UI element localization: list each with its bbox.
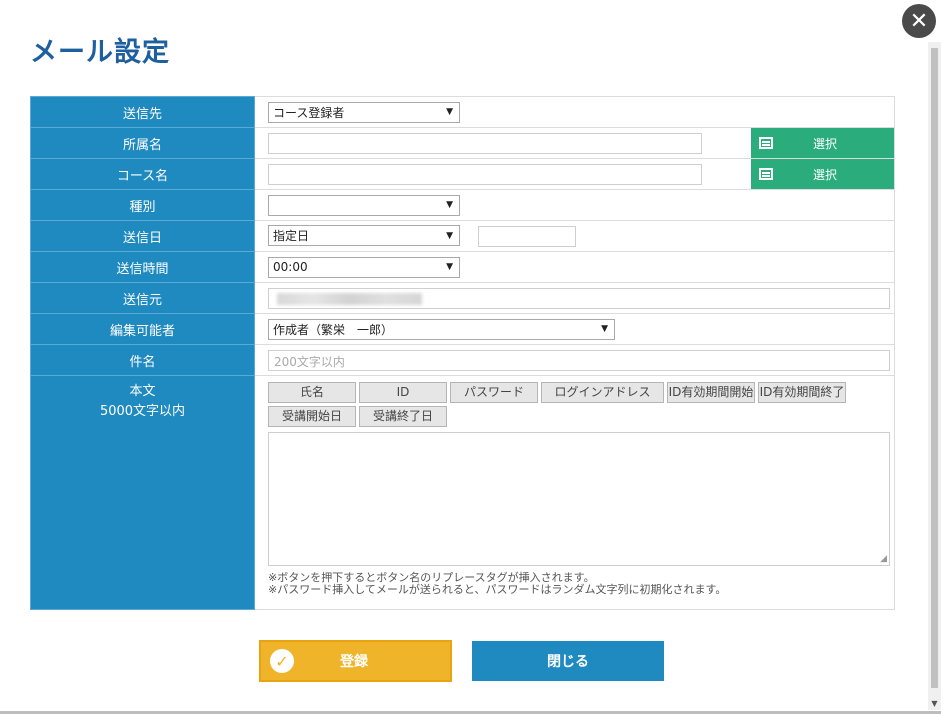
tag-button-id[interactable]: ID	[359, 382, 447, 403]
body-label-cell: 本文 5000文字以内	[30, 375, 255, 610]
subject-label: 件名	[30, 344, 255, 376]
check-icon: ✓	[270, 649, 294, 673]
resize-grip-icon[interactable]: ◢	[880, 554, 887, 564]
sender-blurred-value	[277, 292, 422, 305]
tag-buttons-row-1: 氏名 ID パスワード ログインアドレス ID有効期間開始 ID有効期間終了	[268, 382, 894, 403]
editor-label: 編集可能者	[30, 313, 255, 345]
affiliation-label: 所属名	[30, 127, 255, 159]
type-select[interactable]: ▼	[268, 194, 460, 216]
type-label: 種別	[30, 189, 255, 221]
tag-button-id-valid-end[interactable]: ID有効期間終了	[758, 382, 846, 403]
recipient-select[interactable]: コース登録者 ▼	[268, 101, 460, 123]
send-date-label: 送信日	[30, 220, 255, 252]
send-date-select[interactable]: 指定日 ▼	[268, 225, 460, 246]
submit-label: 登録	[340, 654, 368, 670]
recipient-select-value: コース登録者	[273, 105, 345, 120]
chevron-down-icon: ▼	[446, 107, 453, 117]
body-textarea[interactable]: ◢	[268, 432, 890, 566]
chevron-down-icon: ▼	[446, 230, 453, 241]
close-label: 閉じる	[547, 654, 589, 670]
editor-select-value: 作成者（繁栄 一郎）	[273, 322, 394, 337]
page-title: メール設定	[30, 37, 170, 68]
close-icon[interactable]: ✕	[902, 4, 936, 38]
editor-select[interactable]: 作成者（繁栄 一郎） ▼	[268, 318, 615, 340]
chevron-down-icon: ▼	[446, 262, 453, 272]
tag-button-password[interactable]: パスワード	[450, 382, 538, 403]
sender-label: 送信元	[30, 282, 255, 314]
course-label: コース名	[30, 158, 255, 190]
scrollbar[interactable]: ▼	[928, 42, 941, 710]
tag-button-name[interactable]: 氏名	[268, 382, 356, 403]
body-label: 本文	[129, 384, 156, 399]
tag-button-login-address[interactable]: ログインアドレス	[541, 382, 664, 403]
send-time-select[interactable]: 00:00 ▼	[268, 256, 460, 278]
recipient-label: 送信先	[30, 96, 255, 128]
sender-input[interactable]	[268, 287, 890, 309]
tag-buttons-row-2: 受講開始日 受講終了日	[268, 406, 894, 427]
send-date-select-value: 指定日	[273, 229, 310, 243]
send-date-input[interactable]	[477, 226, 576, 247]
course-input[interactable]	[268, 163, 702, 185]
list-icon	[759, 137, 773, 149]
list-icon	[759, 168, 773, 180]
course-select-button[interactable]: 選択	[751, 159, 894, 189]
tag-button-course-end[interactable]: 受講終了日	[359, 406, 447, 427]
course-select-label: 選択	[813, 167, 838, 182]
body-sublabel: 5000文字以内	[99, 404, 186, 419]
affiliation-input[interactable]	[268, 132, 702, 154]
note-password-reset: ※パスワード挿入してメールが送られると、パスワードはランダム文字列に初期化されま…	[268, 583, 727, 596]
tag-button-course-start[interactable]: 受講開始日	[268, 406, 356, 427]
tag-button-id-valid-start[interactable]: ID有効期間開始	[667, 382, 755, 403]
chevron-down-icon: ▼	[601, 324, 608, 334]
affiliation-select-label: 選択	[813, 136, 838, 151]
subject-input[interactable]: 200文字以内	[268, 349, 890, 371]
mail-settings-form: 送信先 コース登録者 ▼ 所属名 選択 コース名 選択 種別 ▼ 送信日 指定日…	[30, 96, 895, 610]
chevron-down-icon: ▼	[446, 200, 453, 211]
submit-button[interactable]: ✓ 登録	[259, 640, 452, 682]
scroll-down-arrow-icon[interactable]: ▼	[928, 699, 941, 708]
affiliation-select-button[interactable]: 選択	[751, 128, 894, 158]
send-time-select-value: 00:00	[273, 260, 308, 274]
send-time-label: 送信時間	[30, 251, 255, 283]
close-button[interactable]: 閉じる	[472, 641, 664, 681]
scrollbar-thumb[interactable]	[931, 48, 938, 688]
